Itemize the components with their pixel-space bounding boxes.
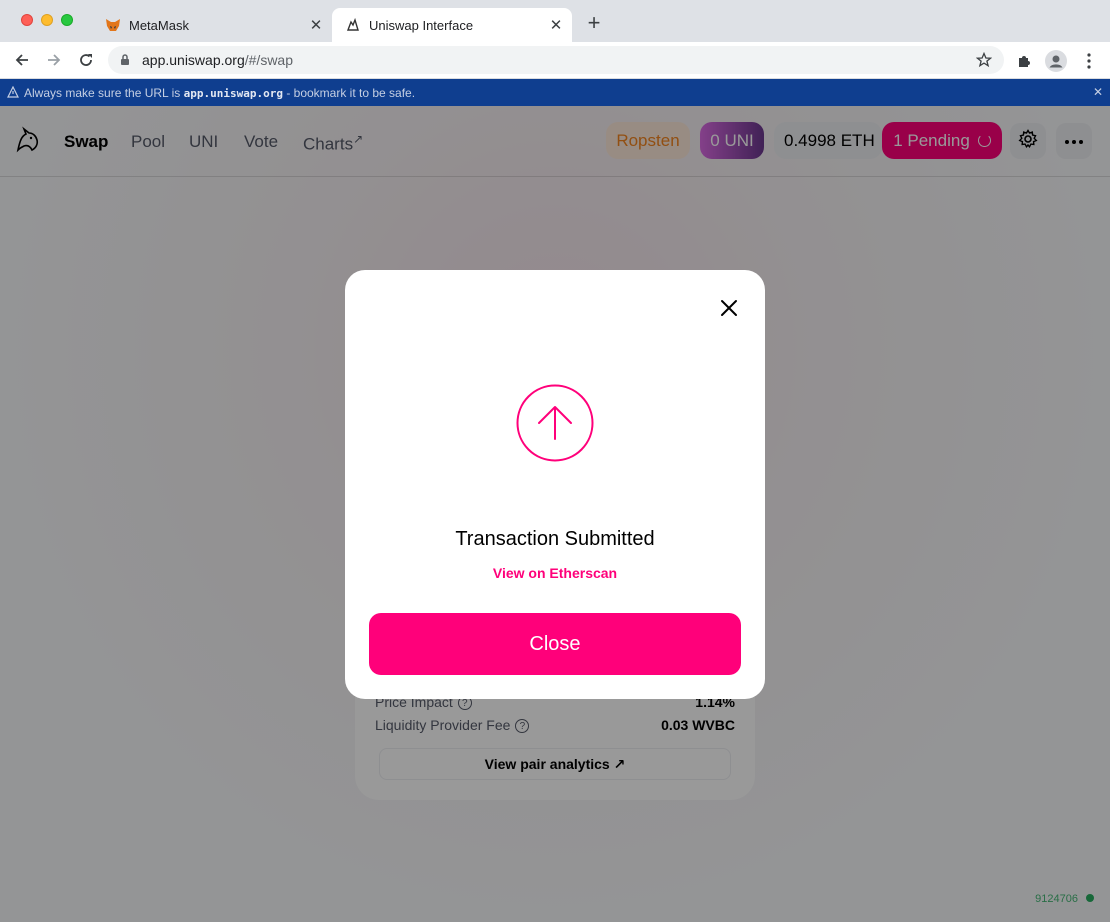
browser-tab-bar: MetaMask ✕ Uniswap Interface ✕ +	[0, 0, 1110, 42]
browser-menu-kebab-icon[interactable]	[1078, 50, 1100, 72]
window-minimize-button[interactable]	[41, 14, 53, 26]
transaction-submitted-modal: Transaction Submitted View on Etherscan …	[345, 270, 765, 699]
warning-text: Always make sure the URL is app.uniswap.…	[24, 86, 416, 100]
close-icon[interactable]	[717, 296, 741, 320]
window-maximize-button[interactable]	[61, 14, 73, 26]
close-icon[interactable]: ✕	[1093, 85, 1103, 99]
profile-avatar-icon[interactable]	[1045, 50, 1067, 72]
bookmark-star-icon[interactable]	[975, 51, 993, 73]
reload-icon[interactable]	[76, 50, 96, 70]
close-button[interactable]: Close	[369, 613, 741, 675]
browser-toolbar: app.uniswap.org/#/swap	[0, 42, 1110, 79]
tab-metamask[interactable]: MetaMask ✕	[92, 8, 332, 42]
address-bar[interactable]: app.uniswap.org/#/swap	[108, 46, 1004, 74]
arrow-up-circle-icon	[515, 383, 595, 463]
close-icon[interactable]: ✕	[548, 17, 564, 34]
modal-title: Transaction Submitted	[455, 528, 655, 550]
extensions-puzzle-icon[interactable]	[1013, 50, 1035, 72]
lock-icon	[120, 53, 130, 71]
back-arrow-icon[interactable]	[12, 50, 32, 70]
forward-arrow-icon[interactable]	[44, 50, 64, 70]
uniswap-unicorn-icon	[345, 17, 361, 33]
url-warning-banner: Always make sure the URL is app.uniswap.…	[0, 79, 1110, 106]
warning-triangle-icon	[7, 85, 19, 101]
window-close-button[interactable]	[21, 14, 33, 26]
metamask-fox-icon	[105, 17, 121, 33]
url-text: app.uniswap.org/#/swap	[142, 52, 293, 68]
view-on-etherscan-link[interactable]: View on Etherscan	[345, 565, 765, 581]
close-icon[interactable]: ✕	[308, 17, 324, 34]
tab-uniswap[interactable]: Uniswap Interface ✕	[332, 8, 572, 42]
tab-title: MetaMask	[129, 17, 189, 33]
tab-title: Uniswap Interface	[369, 17, 474, 33]
new-tab-button[interactable]: +	[584, 12, 604, 34]
